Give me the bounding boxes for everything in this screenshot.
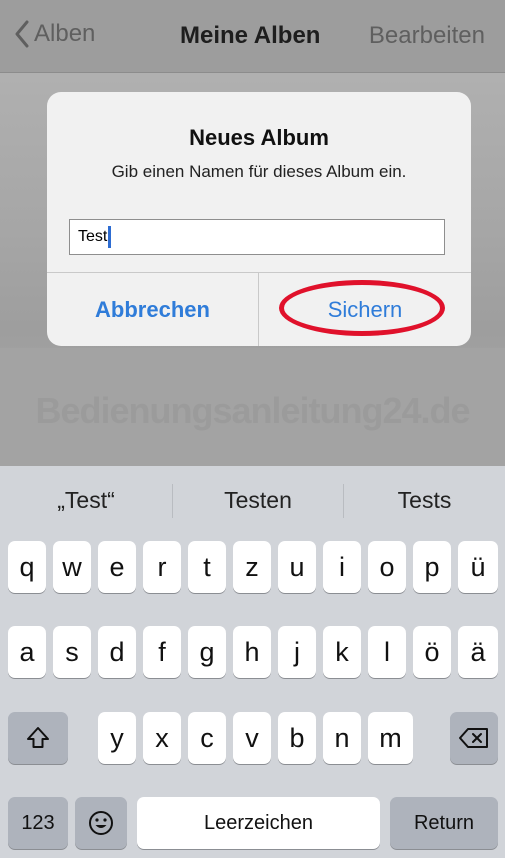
key-i[interactable]: i [323, 541, 361, 593]
emoji-key[interactable] [75, 797, 127, 849]
emoji-icon [89, 811, 113, 835]
key-h[interactable]: h [233, 626, 271, 678]
key-t[interactable]: t [188, 541, 226, 593]
key-y[interactable]: y [98, 712, 136, 764]
suggestion-bar: „Test“ Testen Tests [0, 466, 505, 534]
edit-button[interactable]: Bearbeiten [369, 22, 485, 50]
key-q[interactable]: q [8, 541, 46, 593]
text-cursor [108, 226, 112, 248]
key-r[interactable]: r [143, 541, 181, 593]
back-button[interactable]: Alben [14, 20, 95, 48]
key-p[interactable]: p [413, 541, 451, 593]
shift-key[interactable] [8, 712, 68, 764]
key-g[interactable]: g [188, 626, 226, 678]
alert-title: Neues Album [189, 125, 329, 150]
key-a[interactable]: a [8, 626, 46, 678]
key-f[interactable]: f [143, 626, 181, 678]
suggestion-item[interactable]: Testen [173, 466, 343, 534]
key-x[interactable]: x [143, 712, 181, 764]
navigation-bar: Alben Meine Alben Bearbeiten [0, 0, 505, 73]
key-oe[interactable]: ö [413, 626, 451, 678]
alert-message: Gib einen Namen für dieses Album ein. [111, 162, 407, 181]
album-name-input[interactable]: Test [69, 219, 445, 255]
page-title: Meine Alben [180, 22, 321, 49]
cancel-button[interactable]: Abbrechen [47, 273, 258, 346]
key-e[interactable]: e [98, 541, 136, 593]
key-o[interactable]: o [368, 541, 406, 593]
return-key[interactable]: Return [390, 797, 498, 849]
album-name-value: Test [78, 228, 108, 245]
watermark: Bedienungsanleitung24.de [35, 390, 470, 431]
key-u[interactable]: u [278, 541, 316, 593]
back-button-label: Alben [34, 20, 96, 47]
save-button[interactable]: Sichern [259, 273, 471, 346]
key-n[interactable]: n [323, 712, 361, 764]
key-ae[interactable]: ä [458, 626, 498, 678]
key-s[interactable]: s [53, 626, 91, 678]
key-ue[interactable]: ü [458, 541, 498, 593]
key-j[interactable]: j [278, 626, 316, 678]
key-v[interactable]: v [233, 712, 271, 764]
new-album-alert: Neues Album Gib einen Namen für dieses A… [47, 92, 471, 346]
key-k[interactable]: k [323, 626, 361, 678]
key-m[interactable]: m [368, 712, 413, 764]
key-d[interactable]: d [98, 626, 136, 678]
space-key[interactable]: Leerzeichen [137, 797, 380, 849]
key-l[interactable]: l [368, 626, 406, 678]
numbers-key[interactable]: 123 [8, 797, 68, 849]
backspace-key[interactable] [450, 712, 498, 764]
key-z[interactable]: z [233, 541, 271, 593]
keyboard: „Test“ Testen Tests q w e r t z u i o p … [0, 466, 505, 858]
key-b[interactable]: b [278, 712, 316, 764]
key-c[interactable]: c [188, 712, 226, 764]
suggestion-item[interactable]: „Test“ [0, 466, 172, 534]
shift-icon [27, 727, 49, 748]
backspace-icon [459, 728, 488, 748]
chevron-left-icon [15, 20, 29, 48]
key-w[interactable]: w [53, 541, 91, 593]
suggestion-item[interactable]: Tests [344, 466, 505, 534]
